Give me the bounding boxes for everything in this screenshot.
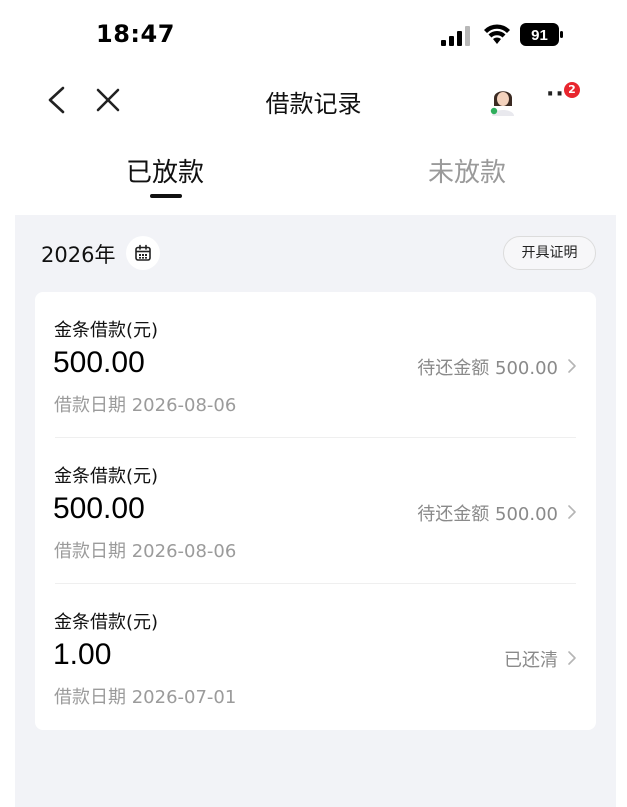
battery-icon: 91	[520, 23, 563, 46]
loan-records-content: 2026年 开具证明 金条借款(元) 500.00 借款日期 2026-08-0…	[15, 215, 616, 807]
loan-status: 已还清	[504, 650, 558, 671]
loan-list-item[interactable]: 金条借款(元) 1.00 借款日期 2026-07-01 已还清	[35, 584, 596, 730]
loan-status: 待还金额 500.00	[417, 358, 558, 379]
loan-list-item[interactable]: 金条借款(元) 500.00 借款日期 2026-08-06 待还金额 500.…	[35, 438, 596, 584]
active-tab-indicator	[150, 194, 182, 198]
wifi-icon	[484, 24, 510, 44]
customer-service-avatar-icon[interactable]	[488, 84, 518, 116]
status-bar: 18:47 91	[0, 0, 627, 70]
loan-type-label: 金条借款(元)	[54, 320, 159, 341]
calendar-icon	[135, 244, 151, 261]
loan-list-card: 金条借款(元) 500.00 借款日期 2026-08-06 待还金额 500.…	[35, 292, 596, 730]
loan-amount: 1.00	[53, 638, 112, 671]
loan-amount: 500.00	[53, 492, 145, 525]
tab-disbursed[interactable]: 已放款	[126, 152, 204, 189]
issue-certificate-button[interactable]: 开具证明	[503, 236, 596, 270]
loan-amount: 500.00	[53, 346, 145, 379]
notification-badge: 2	[564, 82, 580, 98]
tab-not-disbursed[interactable]: 未放款	[428, 152, 506, 189]
battery-level: 91	[531, 27, 548, 44]
loan-status-tabs: 已放款 未放款	[0, 148, 627, 214]
cellular-signal-icon	[441, 26, 470, 46]
year-label[interactable]: 2026年	[41, 239, 115, 269]
year-filter-row: 2026年 开具证明	[15, 215, 616, 293]
loan-type-label: 金条借款(元)	[54, 612, 159, 633]
loan-date: 借款日期 2026-08-06	[54, 541, 237, 562]
chevron-right-icon	[568, 505, 576, 519]
loan-list-item[interactable]: 金条借款(元) 500.00 借款日期 2026-08-06 待还金额 500.…	[35, 292, 596, 438]
calendar-button[interactable]	[126, 236, 160, 270]
loan-status: 待还金额 500.00	[417, 504, 558, 525]
more-options-button[interactable]: ··· 2	[540, 78, 588, 122]
loan-date: 借款日期 2026-07-01	[54, 687, 237, 708]
nav-bar: 借款记录 ··· 2	[0, 70, 627, 134]
chevron-right-icon	[568, 651, 576, 665]
loan-type-label: 金条借款(元)	[54, 466, 159, 487]
loan-date: 借款日期 2026-08-06	[54, 395, 237, 416]
status-time: 18:47	[96, 20, 175, 48]
page-title: 借款记录	[265, 90, 362, 118]
chevron-right-icon	[568, 359, 576, 373]
